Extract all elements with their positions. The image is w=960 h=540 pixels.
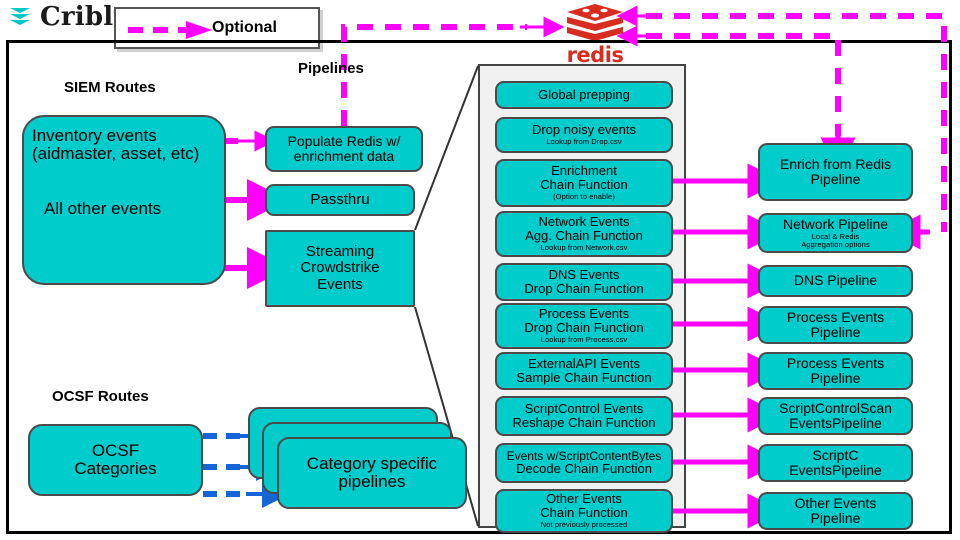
ocsf-pipeline-line2: pipelines	[338, 472, 406, 491]
chain-function-3-line2: Agg. Chain Function	[525, 228, 643, 244]
pipeline-streaming-line2: Crowdstrike	[300, 259, 380, 277]
chain-function-5-line1: Process Events	[538, 306, 630, 322]
ocsf-categories-box[interactable]: OCSF Categories	[28, 424, 203, 496]
chain-function-2-line2: Chain Function	[540, 177, 628, 193]
chain-function-6-line2: Sample Chain Function	[516, 370, 652, 385]
target-pipeline-4-line1: Process Events	[786, 354, 885, 371]
diagram-canvas: Cribl • Optional redis	[0, 0, 960, 540]
chain-function-4-line1: DNS Events	[548, 266, 620, 282]
ocsf-pipeline-card-front[interactable]: Category specific pipelines	[277, 437, 467, 509]
ocsf-categories-line1: OCSF	[91, 440, 140, 460]
chain-function-3-line1: Network Events	[538, 214, 630, 230]
target-pipeline-6-line2: EventsPipeline	[789, 462, 882, 478]
target-pipeline-0-line1: Enrich from Redis	[779, 155, 892, 172]
chain-function-1-line1: Drop noisy events	[531, 122, 637, 138]
chain-function-7-line1: ScriptControl Events	[524, 400, 644, 416]
target-pipeline-4[interactable]: Process Events Pipeline	[758, 352, 913, 390]
target-pipeline-2[interactable]: DNS Pipeline	[758, 265, 913, 297]
siem-route-all-other: All other events	[44, 198, 162, 218]
chain-function-9-line1: Other Events	[546, 491, 622, 507]
target-pipeline-7-line1: Other Events	[794, 494, 877, 511]
chain-function-6[interactable]: ExternalAPI Events Sample Chain Function	[495, 352, 673, 390]
chain-function-2-sub: (Option to enable)	[553, 192, 615, 202]
legend-label: Optional	[212, 19, 277, 36]
chain-function-9[interactable]: Other Events Chain Function Not previous…	[495, 489, 673, 533]
cribl-logo: Cribl •	[8, 2, 116, 32]
heading-siem-routes: SIEM Routes	[64, 79, 156, 96]
chain-function-8[interactable]: Events w/ScriptContentBytes Decode Chain…	[495, 443, 673, 483]
siem-routes-box[interactable]: Inventory events (aidmaster, asset, etc)…	[22, 115, 226, 285]
target-pipeline-7[interactable]: Other Events Pipeline	[758, 492, 913, 530]
target-pipeline-3-line1: Process Events	[786, 308, 885, 325]
chain-function-1[interactable]: Drop noisy events Lookup from Drop.csv	[495, 117, 673, 153]
target-pipeline-2-line1: DNS Pipeline	[793, 272, 878, 289]
target-pipeline-3[interactable]: Process Events Pipeline	[758, 306, 913, 344]
target-pipeline-1[interactable]: Network Pipeline Local & Redis Aggregati…	[758, 213, 913, 253]
chain-function-4[interactable]: DNS Events Drop Chain Function	[495, 263, 673, 301]
pipeline-populate-redis-line2: enrichment data	[293, 148, 395, 164]
target-pipeline-0[interactable]: Enrich from Redis Pipeline	[758, 143, 913, 201]
chain-function-2-line1: Enrichment	[551, 163, 617, 179]
chain-function-1-sub: Lookup from Drop.csv	[546, 137, 622, 147]
ocsf-pipeline-line1: Category specific	[306, 453, 438, 473]
pipeline-populate-redis[interactable]: Populate Redis w/ enrichment data	[265, 126, 423, 172]
target-pipeline-1-line1: Network Pipeline	[782, 215, 889, 232]
chain-function-6-line1: ExternalAPI Events	[528, 355, 640, 371]
chain-function-3[interactable]: Network Events Agg. Chain Function Looku…	[495, 211, 673, 257]
chain-function-7[interactable]: ScriptControl Events Reshape Chain Funct…	[495, 396, 673, 436]
target-pipeline-1-sub2: Aggregation options	[801, 240, 870, 250]
chain-function-9-sub: Not previously processed	[540, 520, 628, 530]
heading-pipelines: Pipelines	[298, 60, 364, 77]
chain-function-4-line2: Drop Chain Function	[524, 281, 644, 296]
chain-function-9-line2: Chain Function	[540, 505, 628, 521]
siem-route-inventory-line1: Inventory events	[32, 126, 157, 145]
chain-function-2[interactable]: Enrichment Chain Function (Option to ena…	[495, 159, 673, 207]
target-pipeline-6[interactable]: ScriptC EventsPipeline	[758, 444, 913, 482]
pipeline-passthru-label: Passthru	[310, 190, 370, 208]
cribl-logo-text: Cribl	[40, 2, 114, 32]
pipeline-streaming-crowdstrike[interactable]: Streaming Crowdstrike Events	[265, 230, 415, 307]
target-pipeline-6-line1: ScriptC	[812, 446, 859, 463]
target-pipeline-5-line1: ScriptControlScan	[779, 399, 892, 416]
pipeline-populate-redis-line1: Populate Redis w/	[287, 132, 401, 149]
target-pipeline-5-line2: EventsPipeline	[789, 415, 882, 431]
chain-function-5[interactable]: Process Events Drop Chain Function Looku…	[495, 303, 673, 349]
chain-function-0-line1: Global prepping	[538, 86, 630, 102]
pipeline-passthru[interactable]: Passthru	[265, 184, 415, 216]
target-pipeline-5[interactable]: ScriptControlScan EventsPipeline	[758, 397, 913, 435]
chain-function-5-line2: Drop Chain Function	[524, 320, 644, 336]
pipeline-streaming-line3: Events	[317, 275, 363, 293]
chain-function-5-sub: Lookup from Process.csv	[540, 335, 628, 345]
chain-function-8-line2: Decode Chain Function	[516, 461, 652, 477]
ocsf-categories-line2: Categories	[74, 459, 157, 478]
target-pipeline-7-line2: Pipeline	[810, 510, 861, 526]
siem-route-inventory-line2: (aidmaster, asset, etc)	[32, 144, 200, 164]
chain-function-0[interactable]: Global prepping	[495, 81, 673, 109]
cribl-chevrons-icon	[10, 8, 30, 25]
target-pipeline-3-line2: Pipeline	[810, 324, 861, 340]
chain-function-7-line2: Reshape Chain Function	[512, 415, 656, 430]
chain-function-3-sub: Lookup from Network.csv	[540, 243, 628, 253]
pipeline-streaming-line1: Streaming	[305, 243, 375, 261]
target-pipeline-4-line2: Pipeline	[810, 370, 861, 386]
target-pipeline-0-line2: Pipeline	[810, 171, 861, 187]
heading-ocsf-routes: OCSF Routes	[52, 388, 149, 405]
